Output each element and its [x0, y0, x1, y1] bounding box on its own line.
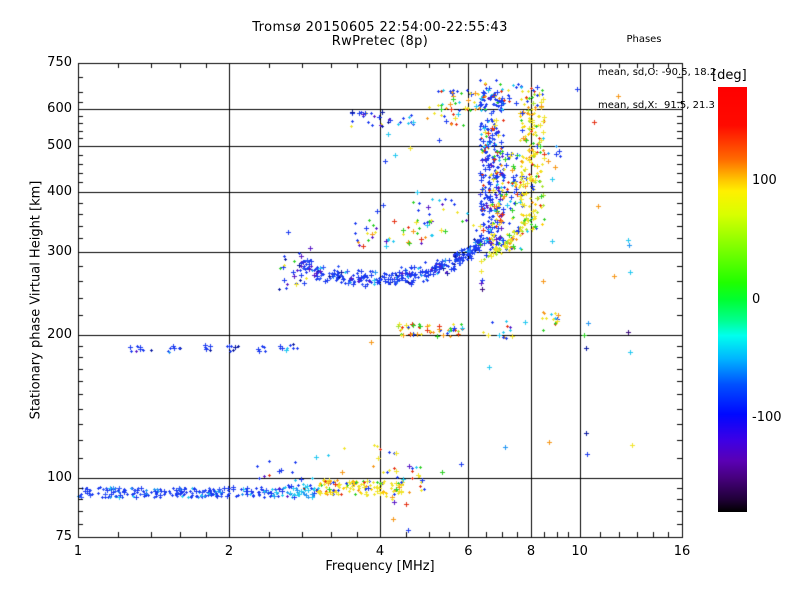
colorbar-tick-label: -100 [752, 409, 782, 425]
y-tick-label: 500 [47, 138, 72, 154]
y-tick-label: 75 [55, 529, 72, 544]
colorbar-tick-label: 0 [752, 291, 761, 307]
x-tick-label: 8 [526, 544, 536, 559]
phases-o-stats: mean, sd,O: -90.5, 18.2 [598, 67, 717, 78]
phases-annotation: Phases mean, sd,O: -90.5, 18.2 mean, sd,… [598, 12, 717, 133]
x-tick-label: 10 [571, 544, 588, 559]
y-tick-label: 200 [47, 327, 72, 343]
ionogram-screen: Tromsø 20150605 22:54:00-22:55:43 RwPret… [0, 0, 800, 600]
y-tick-label: 100 [47, 469, 72, 485]
colorbar-unit-label: [deg] [712, 68, 747, 83]
y-tick-label: 300 [47, 243, 72, 259]
x-tick-label: 16 [673, 544, 691, 559]
x-tick-label: 6 [464, 544, 473, 559]
colorbar [718, 87, 747, 512]
x-tick-label: 1 [73, 544, 83, 559]
x-axis-label: Frequency [MHz] [325, 559, 435, 574]
colorbar-tick-label: 100 [752, 173, 777, 189]
phases-heading: Phases [626, 34, 662, 45]
y-axis-label: Stationary phase Virtual Height [km] [28, 180, 44, 420]
y-tick-label: 400 [47, 184, 72, 200]
y-tick-label: 600 [47, 100, 72, 116]
x-tick-label: 4 [375, 544, 385, 559]
x-tick-label: 2 [224, 544, 234, 559]
y-tick-label: 750 [47, 55, 72, 70]
phases-x-stats: mean, sd,X: 91.5, 21.3 [598, 100, 715, 111]
